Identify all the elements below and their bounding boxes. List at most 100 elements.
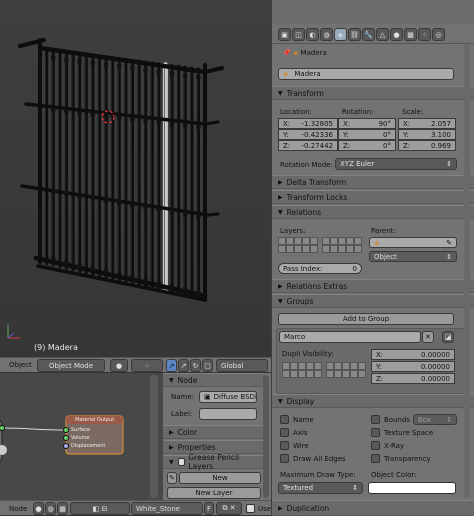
data-icon[interactable]: △	[376, 28, 389, 41]
object-menu[interactable]: Object	[9, 361, 32, 369]
dupli-layer-toggle[interactable]	[298, 370, 306, 378]
color-section-header[interactable]: ▶ Color	[163, 425, 263, 439]
node-name-field[interactable]: ▣ Diffuse BSDF	[199, 391, 257, 403]
new-button[interactable]: New	[179, 472, 261, 484]
dupli-layer-toggle[interactable]	[350, 362, 358, 370]
dupli-offset-y-field[interactable]: Y: 0.00000	[371, 361, 455, 372]
rotation-mode-select[interactable]: XYZ Euler ⇕	[335, 158, 457, 170]
duplication-section-header[interactable]: ▶ Duplication	[272, 500, 474, 516]
dupli-layer-toggle[interactable]	[306, 370, 314, 378]
grease-pencil-section-header[interactable]: ▼ Grease Pencil Layers	[163, 453, 263, 471]
material-browse-button[interactable]: ⧉ ✕	[216, 502, 242, 515]
draw-all-edges-checkbox[interactable]	[280, 454, 289, 463]
material-field[interactable]: White_Stone	[131, 502, 203, 515]
parent-type-select[interactable]: Object ⇕	[369, 251, 457, 262]
layer-toggle[interactable]	[294, 237, 302, 245]
dupli-layer-toggle[interactable]	[290, 370, 298, 378]
layer-toggle[interactable]	[286, 237, 294, 245]
grease-checkbox[interactable]	[177, 458, 186, 466]
texture-icon[interactable]: ▦	[404, 28, 417, 41]
node-label-field[interactable]	[199, 408, 257, 420]
max-draw-type-select[interactable]: Textured ⇕	[278, 482, 363, 494]
pivot-select[interactable]: ⁘	[131, 359, 163, 372]
pin-icon[interactable]: 📌	[282, 49, 291, 57]
node-menu[interactable]: Node	[9, 505, 27, 513]
object-icon[interactable]: ◈	[334, 28, 347, 41]
transparency-checkbox[interactable]	[371, 454, 380, 463]
remove-group-button[interactable]: ✕	[422, 331, 434, 343]
layer-toggle[interactable]	[346, 237, 354, 245]
dupli-offset-x-field[interactable]: X: 0.00000	[371, 349, 455, 360]
dupli-layer-toggle[interactable]	[314, 370, 322, 378]
name-checkbox[interactable]	[280, 415, 289, 424]
location-x-field[interactable]: X: -1.32805	[278, 118, 338, 129]
wire-checkbox[interactable]	[280, 441, 289, 450]
dupli-layer-toggle[interactable]	[314, 362, 322, 370]
layer-toggle[interactable]	[310, 237, 318, 245]
texture-nodes-toggle[interactable]: ▦	[57, 502, 68, 515]
translate-toggle[interactable]: ↗	[178, 359, 189, 372]
node-props-scrollbar[interactable]	[263, 375, 269, 498]
layers-icon[interactable]: ◫	[292, 28, 305, 41]
rotation-z-field[interactable]: Z: 0°	[338, 140, 396, 151]
delta-transform-header[interactable]: ▶ Delta Transform	[272, 175, 474, 189]
layer-toggle[interactable]	[330, 245, 338, 253]
orientation-select[interactable]: Global	[216, 359, 268, 372]
world-icon[interactable]: ◍	[320, 28, 333, 41]
dupli-layer-toggle[interactable]	[334, 362, 342, 370]
object-nodes-toggle[interactable]: ●	[33, 502, 44, 515]
location-z-field[interactable]: Z: -0.27442	[278, 140, 338, 151]
texture-space-checkbox[interactable]	[371, 428, 380, 437]
layer-toggle[interactable]	[286, 245, 294, 253]
layer-toggle[interactable]	[338, 245, 346, 253]
dupli-layer-toggle[interactable]	[358, 370, 366, 378]
display-section-header[interactable]: ▼ Display	[272, 394, 474, 408]
properties-scrollbar[interactable]	[464, 44, 470, 498]
bounds-type-select[interactable]: Box ⇕	[413, 414, 457, 425]
dupli-layer-toggle[interactable]	[282, 362, 290, 370]
layer-toggle[interactable]	[322, 245, 330, 253]
world-nodes-toggle[interactable]: ◍	[45, 502, 56, 515]
layer-toggle[interactable]	[310, 245, 318, 253]
dupli-layer-toggle[interactable]	[350, 370, 358, 378]
modifier-icon[interactable]: 🔧	[362, 28, 375, 41]
pass-index-field[interactable]: Pass Index: 0	[278, 263, 362, 274]
properties-section-header[interactable]: ▶ Properties	[163, 440, 263, 454]
layer-toggle[interactable]	[302, 245, 310, 253]
scene-icon[interactable]: ◐	[306, 28, 319, 41]
render-icon[interactable]: ▣	[278, 28, 291, 41]
transform-section-header[interactable]: ▼ Transform	[272, 86, 474, 100]
rotate-toggle[interactable]: ↻	[190, 359, 201, 372]
fake-user-button[interactable]: F	[204, 502, 214, 515]
scale-x-field[interactable]: X: 2.057	[398, 118, 456, 129]
node-editor[interactable]: Material Output Surface Volume Displacem…	[0, 373, 163, 500]
dupli-layer-toggle[interactable]	[290, 362, 298, 370]
new-layer-button[interactable]: New Layer	[167, 487, 261, 499]
3d-viewport[interactable]: (9) Madera	[0, 0, 271, 357]
eyedropper-icon[interactable]: ✎	[446, 239, 452, 247]
xray-checkbox[interactable]	[371, 441, 380, 450]
layer-toggle[interactable]	[330, 237, 338, 245]
dupli-layer-toggle[interactable]	[334, 370, 342, 378]
transform-locks-header[interactable]: ▶ Transform Locks	[272, 190, 474, 204]
dupli-layer-toggle[interactable]	[326, 370, 334, 378]
pencil-icon[interactable]: ✎	[167, 472, 177, 484]
layer-toggle[interactable]	[338, 237, 346, 245]
dupli-offset-z-field[interactable]: Z: 0.00000	[371, 373, 455, 384]
dupli-layer-toggle[interactable]	[358, 362, 366, 370]
node-scrollbar[interactable]	[150, 375, 158, 498]
layer-toggle[interactable]	[354, 237, 362, 245]
constraint-icon[interactable]: ⛓	[348, 28, 361, 41]
location-y-field[interactable]: Y: -0.42336	[278, 129, 338, 140]
relations-section-header[interactable]: ▼ Relations	[272, 205, 474, 219]
node-tree-select[interactable]: ◧ ⊟	[70, 502, 130, 515]
object-color-swatch[interactable]	[368, 482, 456, 494]
mode-select[interactable]: Object Mode	[37, 359, 105, 372]
parent-field[interactable]: ◈ ✎	[369, 237, 457, 248]
bounds-checkbox[interactable]	[371, 415, 380, 424]
rotation-y-field[interactable]: Y: 0°	[338, 129, 396, 140]
groups-section-header[interactable]: ▼ Groups	[272, 294, 474, 308]
particles-icon[interactable]: ⁘	[418, 28, 431, 41]
axis-checkbox[interactable]	[280, 428, 289, 437]
material-icon[interactable]: ●	[390, 28, 403, 41]
